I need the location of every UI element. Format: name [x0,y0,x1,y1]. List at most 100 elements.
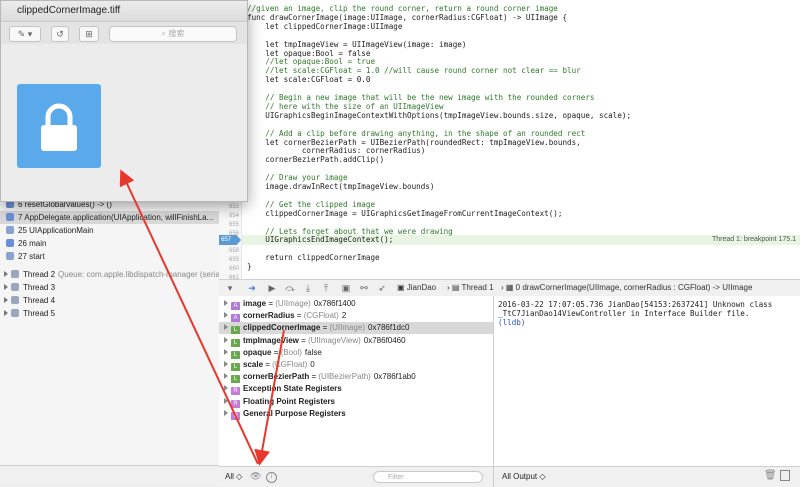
thread-row[interactable]: Thread 2 Queue: com.apple.libdispatch-man… [0,268,219,281]
thread-detail: Queue: com.apple.libdispatch-manager (se… [58,270,219,279]
source-editor[interactable]: 6316326336346356366376386396406416426436… [219,0,800,281]
variable-type: (UIImage) [329,323,366,333]
disclosure-triangle-icon[interactable] [224,300,228,306]
variables-view[interactable]: Aimage = (UIImage) 0x786f1400 AcornerRadiu… [219,296,494,466]
breakpoint-indicator[interactable]: 657 [219,235,241,245]
stack-frame-row[interactable]: 25 UIApplicationMain [0,224,219,237]
variable-row[interactable]: Lopaque = (Bool) false [219,347,493,359]
hide-debug-area-icon[interactable]: ▾ [225,283,235,293]
search-placeholder: 搜索 [168,29,185,38]
console-view[interactable]: 2016-03-22 17:07:05.736 JianDao[54153:26… [494,296,800,466]
breakpoint-label: Thread 1: breakpoint 175.1 [711,236,796,243]
memory-graph-icon[interactable]: ⚯ [359,283,369,293]
disclosure-triangle-icon[interactable] [4,297,8,303]
preview-canvas [1,44,247,201]
code-line[interactable]: let scale:CGFloat = 0.0 [247,75,370,85]
variable-row[interactable]: Aimage = (UIImage) 0x786f1400 [219,298,493,310]
equals-sign: = [298,335,308,345]
view-hierarchy-icon[interactable]: ▣ [341,283,351,293]
disclosure-triangle-icon[interactable] [224,324,228,331]
quicklook-eye-icon[interactable]: 👁 [250,471,261,482]
variable-value: 0x786f1dc0 [368,323,410,333]
thread-icon [11,283,19,291]
thread-label: Thread 2 [23,270,56,279]
variable-name: clippedCornerImage [243,323,321,333]
breakpoints-toggle-icon[interactable]: ➜ [247,283,257,293]
disclosure-triangle-icon[interactable] [224,312,228,319]
variables-scope-popup[interactable]: All ◇ [225,472,242,481]
code-line[interactable]: cornerBezierPath.addClip() [247,155,384,165]
lldb-prompt[interactable]: (lldb) [498,318,796,327]
variable-kind-badge: L [231,363,240,371]
thread-row[interactable]: Thread 3 [0,281,219,294]
variable-kind-badge: A [231,314,240,323]
rotate-button[interactable]: ↺ [51,26,69,42]
preview-search-input[interactable]: ⌕ 搜索 [109,26,237,42]
variables-bottom-bar: All ◇ 👁 i Filter [219,466,494,487]
line-number: 659 [228,257,239,264]
preview-titlebar[interactable]: clippedCornerImage.tiff [1,1,247,22]
variable-kind-badge: L [231,338,240,347]
disclosure-triangle-icon[interactable] [224,397,228,404]
variable-row[interactable]: LclippedCornerImage = (UIImage) 0x786f1dc… [219,322,493,335]
equals-sign: = [266,299,276,308]
variable-row[interactable]: R Floating Point Registers [219,396,493,408]
breadcrumb-target[interactable]: ▣ JianDao [397,283,436,292]
code-line[interactable]: image.drawInRect(tmpImageView.bounds) [247,182,434,192]
disclosure-triangle-icon[interactable] [224,336,228,343]
variable-row[interactable]: R Exception State Registers [219,383,493,396]
disclosure-triangle-icon[interactable] [224,348,228,355]
markup-button[interactable]: ✎ ▾ [9,26,41,42]
variable-value: 0x786f0460 [363,335,406,345]
clipped-image-preview [17,84,101,168]
split-view-icon[interactable] [780,470,790,481]
navigator-filter-bar[interactable] [0,465,219,486]
step-out-icon[interactable]: ⤒ [321,283,331,293]
frame-icon [6,213,14,221]
location-icon[interactable]: ➶ [377,283,387,293]
disclosure-triangle-icon[interactable] [4,271,8,277]
variable-row[interactable]: AcornerRadius = (CGFloat) 2 [219,310,493,323]
disclosure-triangle-icon[interactable] [224,409,228,416]
variable-kind-badge: L [231,375,240,384]
code-line[interactable]: UIGraphicsBeginImageContextWithOptions(t… [247,111,631,121]
step-over-icon[interactable]: ⤼ [285,283,295,293]
thread-row[interactable]: Thread 5 [0,307,219,320]
variable-value: 0x786f1400 [313,299,356,308]
code-line[interactable]: clippedCornerImage = UIGraphicsGetImageF… [247,209,562,219]
disclosure-triangle-icon[interactable] [224,373,228,380]
variable-row[interactable]: LtmpImageView = (UIImageView) 0x786f0460 [219,335,493,347]
continue-icon[interactable]: ▶ [267,283,277,293]
variable-kind-badge: R [231,411,240,420]
disclosure-triangle-icon[interactable] [224,385,228,392]
trash-icon[interactable]: 🗑 [764,470,777,481]
variable-kind-badge: R [231,387,240,396]
variable-row[interactable]: R General Purpose Registers [219,408,493,420]
variable-row[interactable]: Lscale = (CGFloat) 0 [219,359,493,371]
disclosure-triangle-icon[interactable] [224,361,228,367]
disclosure-triangle-icon[interactable] [4,284,8,290]
breadcrumb-thread[interactable]: › ▤ Thread 1 [447,283,494,292]
thread-row[interactable]: Thread 4 [0,294,219,307]
print-description-icon[interactable]: i [266,472,277,483]
code-line[interactable]: return clippedCornerImage [247,253,379,263]
quicklook-preview-window[interactable]: clippedCornerImage.tiff ✎ ▾ ↺ ⊞ ⌕ 搜索 [0,0,248,202]
step-into-icon[interactable]: ⤓ [303,283,313,293]
breadcrumb-frame[interactable]: › ▦ 0 drawCornerImage(UIImage, cornerRad… [501,283,752,292]
stack-frame-row[interactable]: 7 AppDelegate.application(UIApplication,… [0,211,219,224]
disclosure-triangle-icon[interactable] [4,310,8,316]
console-log-line: 2016-03-22 17:07:05.736 JianDao[54153:26… [498,300,773,318]
toolbox-button[interactable]: ⊞ [79,26,99,42]
variable-kind-badge: R [231,399,240,408]
console-output-popup[interactable]: All Output ◇ [502,472,546,481]
code-line[interactable]: UIGraphicsEndImageContext(); [247,235,393,245]
code-line[interactable]: let clippedCornerImage:UIImage [247,22,402,32]
stack-frame-row[interactable]: 27 start [0,250,219,263]
variables-filter-input[interactable]: Filter [373,471,483,483]
variable-row[interactable]: LcornerBezierPath = (UIBezierPath) 0x786f… [219,371,493,384]
code-line[interactable]: } [247,262,252,272]
line-number: 653 [228,203,239,210]
stack-frame-row[interactable]: 26 main [0,237,219,250]
variable-type: (UIBezierPath) [318,372,371,382]
line-number: 655 [228,221,239,228]
